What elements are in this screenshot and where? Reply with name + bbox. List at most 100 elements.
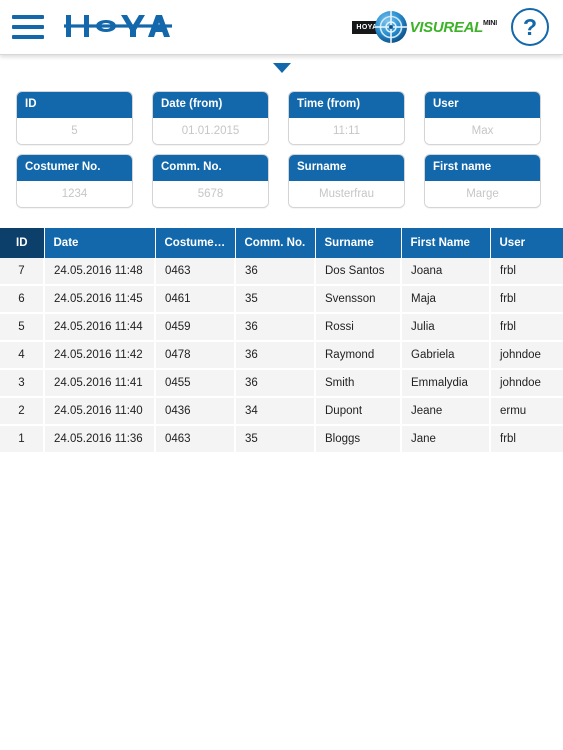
- table-cell-date: 24.05.2016 11:44: [44, 312, 156, 342]
- search-input-date-from[interactable]: [153, 117, 268, 144]
- field-label: Date (from): [153, 92, 268, 118]
- table-cell-user: johndoe: [490, 340, 563, 370]
- search-input-user[interactable]: [425, 117, 540, 144]
- search-field-user[interactable]: User: [424, 91, 541, 145]
- table-cell-customer_no: 0436: [155, 396, 236, 426]
- table-cell-first_name: Gabriela: [401, 340, 491, 370]
- table-header-date[interactable]: Date: [44, 227, 156, 258]
- hoya-wordmark-icon: [64, 15, 172, 37]
- table-cell-id: 7: [0, 257, 45, 286]
- search-field-customer-no[interactable]: Costumer No.: [16, 153, 133, 208]
- field-label: User: [425, 92, 540, 118]
- visureal-name: VISUREAL: [409, 18, 484, 36]
- table-cell-user: frbl: [490, 284, 563, 314]
- field-label: Comm. No.: [153, 154, 268, 181]
- table-cell-first_name: Joana: [401, 257, 491, 286]
- table-row[interactable]: 7 24.05.2016 11:48 0463 36 Dos Santos Joana fr…: [0, 257, 563, 286]
- table-header-row: ID Date Costumer... Comm. No. Surname First N…: [0, 227, 563, 258]
- table-cell-id: 4: [0, 340, 45, 370]
- search-input-first-name[interactable]: [425, 180, 540, 207]
- table-body: 7 24.05.2016 11:48 0463 36 Dos Santos Joana fr…: [0, 257, 563, 454]
- app-header: HOYA VISUREAL MINI ?: [0, 0, 563, 55]
- table-cell-customer_no: 0463: [155, 424, 236, 454]
- table-cell-surname: Raymond: [315, 340, 402, 370]
- table-cell-date: 24.05.2016 11:40: [44, 396, 156, 426]
- table-cell-user: frbl: [490, 424, 563, 454]
- table-header-id[interactable]: ID: [0, 227, 45, 258]
- table-cell-user: frbl: [490, 312, 563, 342]
- search-input-comm-no[interactable]: [153, 180, 268, 207]
- table-cell-first_name: Maja: [401, 284, 491, 314]
- search-input-time-from[interactable]: [289, 117, 404, 144]
- search-field-surname[interactable]: Surname: [288, 153, 405, 208]
- table-row[interactable]: 5 24.05.2016 11:44 0459 36 Rossi Julia frbl: [0, 312, 563, 342]
- table-cell-user: frbl: [490, 257, 563, 286]
- table-cell-customer_no: 0461: [155, 284, 236, 314]
- table-cell-surname: Dos Santos: [315, 257, 402, 286]
- table-cell-id: 6: [0, 284, 45, 314]
- visureal-variant: MINI: [483, 19, 497, 27]
- hamburger-menu-icon[interactable]: [12, 15, 44, 39]
- hamburger-bar: [12, 35, 44, 39]
- search-field-first-name[interactable]: First name: [424, 153, 541, 208]
- table-cell-date: 24.05.2016 11:48: [44, 257, 156, 286]
- table-header-comm_no[interactable]: Comm. No.: [235, 227, 316, 258]
- help-button[interactable]: ?: [511, 8, 549, 46]
- table-cell-id: 1: [0, 424, 45, 454]
- table-cell-comm_no: 36: [235, 257, 316, 286]
- table-cell-surname: Dupont: [315, 396, 402, 426]
- table-cell-surname: Rossi: [315, 312, 402, 342]
- hamburger-bar: [12, 15, 44, 19]
- search-field-time-from[interactable]: Time (from): [288, 91, 405, 145]
- search-input-id[interactable]: [17, 117, 132, 144]
- search-field-date-from[interactable]: Date (from): [152, 91, 269, 145]
- field-label: ID: [17, 92, 132, 118]
- table-cell-surname: Smith: [315, 368, 402, 398]
- table-cell-user: ermu: [490, 396, 563, 426]
- search-input-surname[interactable]: [289, 180, 404, 207]
- table-cell-id: 3: [0, 368, 45, 398]
- table-header-surname[interactable]: Surname: [315, 227, 402, 258]
- table-header-customer_no[interactable]: Costumer...: [155, 227, 236, 258]
- table-cell-first_name: Julia: [401, 312, 491, 342]
- table-cell-comm_no: 34: [235, 396, 316, 426]
- table-header-first_name[interactable]: First Name: [401, 227, 491, 258]
- table-cell-user: johndoe: [490, 368, 563, 398]
- measurements-table: ID Date Costumer... Comm. No. Surname First N…: [0, 227, 563, 454]
- table-row[interactable]: 3 24.05.2016 11:41 0455 36 Smith Emmalydia joh…: [0, 368, 563, 398]
- table-header-user[interactable]: User: [490, 227, 563, 258]
- chevron-down-icon[interactable]: [272, 63, 291, 73]
- table-cell-comm_no: 36: [235, 368, 316, 398]
- table-cell-comm_no: 36: [235, 312, 316, 342]
- field-label: Surname: [289, 154, 404, 181]
- visureal-target-icon: [374, 10, 408, 44]
- table-cell-first_name: Jeane: [401, 396, 491, 426]
- visureal-product-logo: HOYA VISUREAL MINI: [352, 8, 497, 46]
- field-label: Time (from): [289, 92, 404, 118]
- field-label: First name: [425, 154, 540, 181]
- search-field-id[interactable]: ID: [16, 91, 133, 145]
- search-panel-toggle[interactable]: [0, 55, 563, 81]
- table-cell-comm_no: 35: [235, 284, 316, 314]
- search-input-customer-no[interactable]: [17, 180, 132, 207]
- hamburger-bar: [12, 25, 44, 29]
- table-row[interactable]: 6 24.05.2016 11:45 0461 35 Svensson Maja frbl: [0, 284, 563, 314]
- table-cell-comm_no: 36: [235, 340, 316, 370]
- table-header: ID Date Costumer... Comm. No. Surname First N…: [0, 227, 563, 258]
- visureal-wordmark: VISUREAL MINI: [409, 18, 498, 36]
- header-right-group: HOYA VISUREAL MINI ?: [352, 8, 563, 46]
- field-label: Costumer No.: [17, 154, 132, 181]
- table-cell-customer_no: 0463: [155, 257, 236, 286]
- table-cell-first_name: Jane: [401, 424, 491, 454]
- help-icon: ?: [522, 13, 538, 40]
- table-cell-date: 24.05.2016 11:45: [44, 284, 156, 314]
- table-cell-id: 5: [0, 312, 45, 342]
- search-field-comm-no[interactable]: Comm. No.: [152, 153, 269, 208]
- hoya-logo[interactable]: [64, 10, 184, 44]
- table-row[interactable]: 2 24.05.2016 11:40 0436 34 Dupont Jeane ermu: [0, 396, 563, 426]
- table-cell-id: 2: [0, 396, 45, 426]
- search-filter-panel: ID Date (from) Time (from) User Costumer…: [0, 81, 563, 208]
- table-row[interactable]: 1 24.05.2016 11:36 0463 35 Bloggs Jane frbl: [0, 424, 563, 454]
- table-cell-customer_no: 0455: [155, 368, 236, 398]
- table-row[interactable]: 4 24.05.2016 11:42 0478 36 Raymond Gabriela jo…: [0, 340, 563, 370]
